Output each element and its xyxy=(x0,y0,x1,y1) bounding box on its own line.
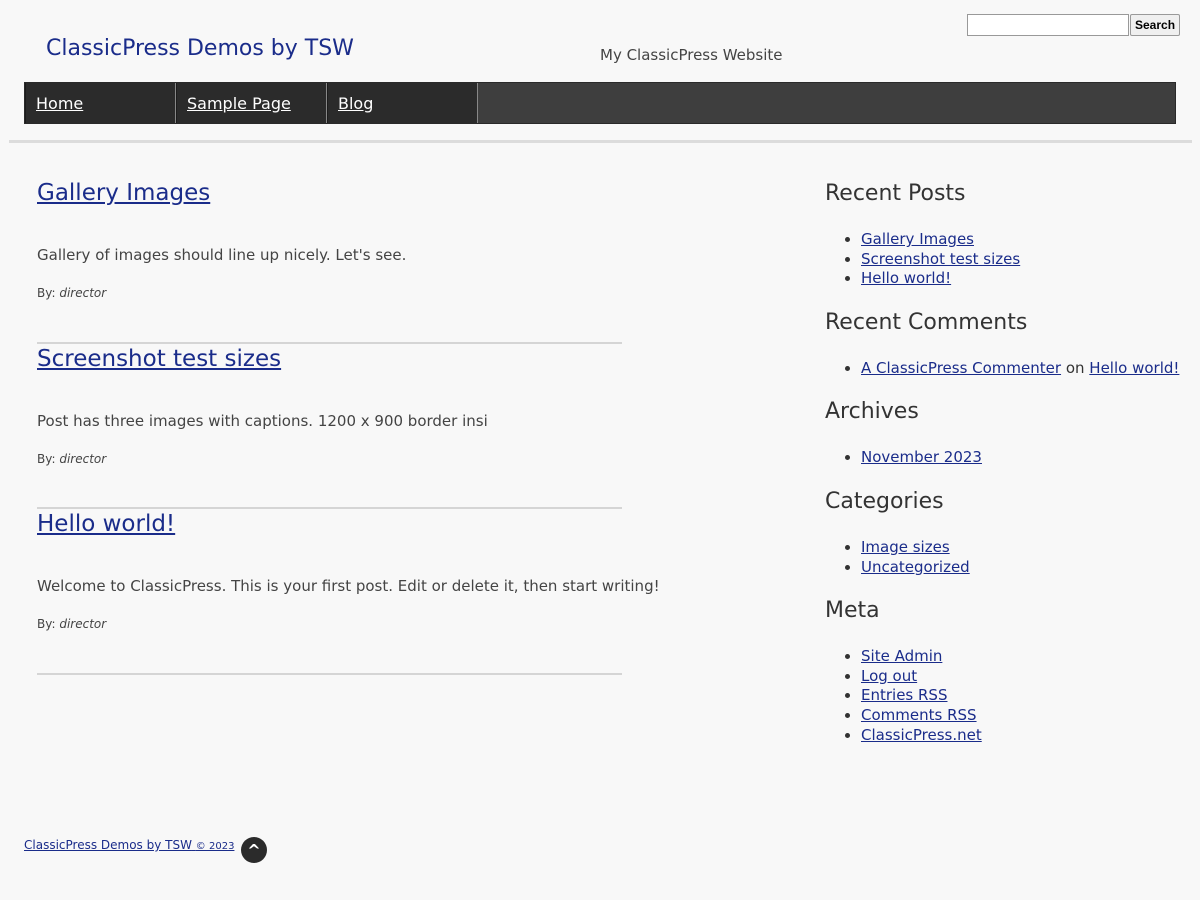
widget-title: Archives xyxy=(825,399,919,425)
footer-credit: ClassicPress Demos by TSW © 2023 xyxy=(24,838,234,852)
nav-link-home[interactable]: Home xyxy=(36,94,83,113)
recent-comments-list: A ClassicPress Commenter on Hello world! xyxy=(825,359,1185,379)
byline-label: By: xyxy=(37,451,56,466)
site-tagline: My ClassicPress Website xyxy=(600,46,783,64)
list-item: ClassicPress.net xyxy=(861,726,1185,746)
category-link[interactable]: Uncategorized xyxy=(861,558,970,576)
list-item: Uncategorized xyxy=(861,558,1185,578)
post: Hello world! Welcome to ClassicPress. Th… xyxy=(37,509,660,675)
sidebar: Recent Posts Gallery Images Screenshot t… xyxy=(825,178,1185,763)
page: ClassicPress Demos by TSW My ClassicPres… xyxy=(0,0,1200,900)
post-byline: By: director xyxy=(37,452,106,466)
footer-copyright: © 2023 xyxy=(195,841,235,852)
post-excerpt: Welcome to ClassicPress. This is your fi… xyxy=(37,577,660,595)
nav-item-blog[interactable]: Blog xyxy=(327,83,478,123)
footer-site-name: ClassicPress Demos by TSW xyxy=(24,838,192,852)
post-excerpt: Gallery of images should line up nicely.… xyxy=(37,246,407,264)
list-item: Screenshot test sizes xyxy=(861,250,1185,270)
category-link[interactable]: Image sizes xyxy=(861,538,950,556)
recent-post-link[interactable]: Gallery Images xyxy=(861,230,974,248)
meta-link-comments-rss[interactable]: Comments RSS xyxy=(861,706,977,724)
post-byline: By: director xyxy=(37,286,106,300)
archives-list: November 2023 xyxy=(825,448,1185,468)
post-title-link[interactable]: Screenshot test sizes xyxy=(37,346,281,372)
list-item: Gallery Images xyxy=(861,230,1185,250)
widget-categories: Categories Image sizes Uncategorized xyxy=(825,486,1185,577)
byline-label: By: xyxy=(37,286,56,300)
nav-link-sample-page[interactable]: Sample Page xyxy=(187,94,291,113)
meta-link-log-out[interactable]: Log out xyxy=(861,667,917,685)
meta-list: Site Admin Log out Entries RSS Comments … xyxy=(825,647,1185,745)
search-button[interactable]: Search xyxy=(1130,14,1181,36)
post: Screenshot test sizes Post has three ima… xyxy=(37,344,622,509)
widget-recent-posts: Recent Posts Gallery Images Screenshot t… xyxy=(825,178,1185,289)
list-item: Entries RSS xyxy=(861,686,1185,706)
list-item: A ClassicPress Commenter on Hello world! xyxy=(861,359,1185,379)
post-byline: By: director xyxy=(37,617,106,631)
recent-post-link[interactable]: Screenshot test sizes xyxy=(861,250,1020,268)
widget-title: Categories xyxy=(825,488,944,514)
search-form: Search xyxy=(967,14,1181,36)
site-title[interactable]: ClassicPress Demos by TSW xyxy=(46,36,354,61)
comment-author-link[interactable]: A ClassicPress Commenter xyxy=(861,359,1061,377)
main-nav: Home Sample Page Blog xyxy=(24,82,1176,124)
post-author: director xyxy=(59,451,107,466)
recent-posts-list: Gallery Images Screenshot test sizes Hel… xyxy=(825,230,1185,289)
list-item: Comments RSS xyxy=(861,706,1185,726)
recent-post-link[interactable]: Hello world! xyxy=(861,269,951,287)
byline-label: By: xyxy=(37,617,56,631)
list-item: November 2023 xyxy=(861,448,1185,468)
list-item: Image sizes xyxy=(861,538,1185,558)
meta-link-site-admin[interactable]: Site Admin xyxy=(861,647,942,665)
list-item: Site Admin xyxy=(861,647,1185,667)
list-item: Log out xyxy=(861,667,1185,687)
widget-meta: Meta Site Admin Log out Entries RSS Comm… xyxy=(825,595,1185,745)
list-item: Hello world! xyxy=(861,269,1185,289)
post-title-link[interactable]: Hello world! xyxy=(37,511,175,537)
nav-link-blog[interactable]: Blog xyxy=(338,94,373,113)
back-to-top-button[interactable]: ^ xyxy=(241,837,267,863)
header-divider xyxy=(9,140,1192,143)
comment-post-link[interactable]: Hello world! xyxy=(1089,359,1179,377)
post-title-link[interactable]: Gallery Images xyxy=(37,180,210,206)
widget-recent-comments: Recent Comments A ClassicPress Commenter… xyxy=(825,307,1185,379)
categories-list: Image sizes Uncategorized xyxy=(825,538,1185,577)
search-input[interactable] xyxy=(967,14,1129,36)
post-author: director xyxy=(59,617,107,631)
footer-site-link[interactable]: ClassicPress Demos by TSW © 2023 xyxy=(24,838,234,852)
widget-title: Recent Comments xyxy=(825,309,1028,335)
archive-link[interactable]: November 2023 xyxy=(861,448,982,466)
post: Gallery Images Gallery of images should … xyxy=(37,178,622,344)
widget-title: Meta xyxy=(825,598,880,624)
widget-archives: Archives November 2023 xyxy=(825,396,1185,468)
comment-connector: on xyxy=(1065,358,1085,377)
post-author: director xyxy=(59,286,107,300)
meta-link-classicpress[interactable]: ClassicPress.net xyxy=(861,726,982,744)
meta-link-entries-rss[interactable]: Entries RSS xyxy=(861,686,947,704)
post-list: Gallery Images Gallery of images should … xyxy=(37,178,660,675)
chevron-up-icon: ^ xyxy=(247,840,261,860)
widget-title: Recent Posts xyxy=(825,181,966,206)
nav-item-sample-page[interactable]: Sample Page xyxy=(176,83,327,123)
post-excerpt: Post has three images with captions. 120… xyxy=(37,411,488,430)
nav-item-home[interactable]: Home xyxy=(25,83,176,123)
